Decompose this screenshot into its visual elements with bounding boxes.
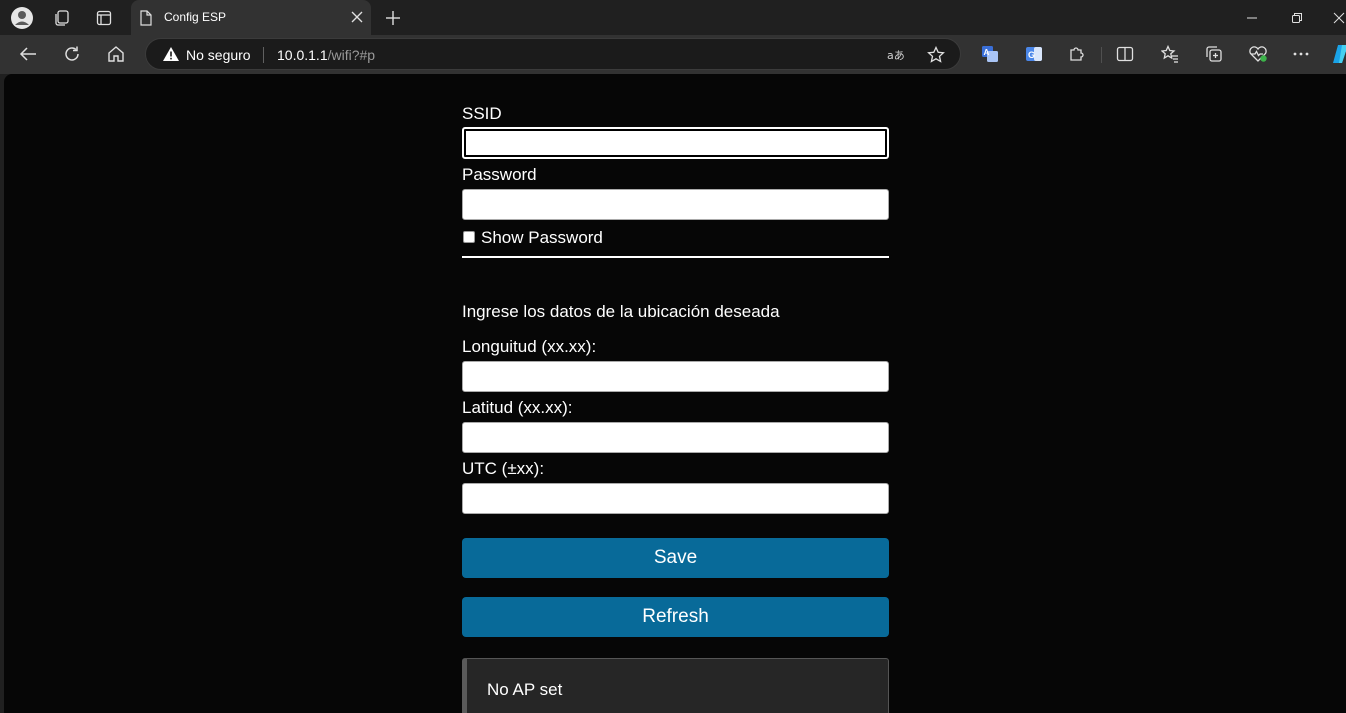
refresh-button[interactable]: Refresh	[462, 597, 889, 637]
toolbar-divider	[1101, 47, 1102, 63]
url-host: 10.0.1.1	[277, 47, 328, 63]
translate-icon[interactable]: A	[977, 41, 1003, 67]
read-aloud-icon[interactable]: aあ	[886, 45, 906, 65]
divider	[462, 256, 889, 258]
security-label[interactable]: No seguro	[186, 47, 251, 63]
copilot-icon[interactable]	[1328, 41, 1346, 67]
google-translate-icon[interactable]: G	[1021, 41, 1047, 67]
puzzle-icon[interactable]	[1064, 41, 1090, 67]
ssid-label: SSID	[462, 104, 502, 123]
warning-icon[interactable]	[162, 46, 180, 67]
close-icon[interactable]	[349, 9, 365, 25]
profile-icon[interactable]	[9, 5, 35, 31]
minimize-icon[interactable]	[1239, 5, 1265, 31]
restore-icon[interactable]	[1284, 5, 1310, 31]
ssid-field[interactable]	[464, 129, 887, 157]
tab-actions-icon[interactable]	[91, 5, 117, 31]
close-window-icon[interactable]	[1326, 5, 1346, 31]
url-divider	[263, 47, 264, 63]
plus-icon[interactable]	[380, 5, 406, 31]
password-label: Password	[462, 165, 537, 184]
url-text[interactable]: 10.0.1.1/wifi?#p	[277, 47, 375, 63]
refresh-icon[interactable]	[57, 40, 87, 68]
back-arrow-icon[interactable]	[13, 40, 43, 68]
utc-field[interactable]	[463, 484, 888, 513]
split-screen-icon[interactable]	[1112, 41, 1138, 67]
save-button[interactable]: Save	[462, 538, 889, 578]
workspaces-icon[interactable]	[49, 5, 75, 31]
star-icon[interactable]	[926, 45, 946, 65]
favorites-icon[interactable]	[1157, 41, 1183, 67]
show-password-checkbox[interactable]	[463, 231, 475, 243]
latitude-input[interactable]	[462, 422, 889, 453]
utc-label: UTC (±xx):	[462, 459, 545, 478]
show-password-label[interactable]: Show Password	[481, 228, 603, 248]
tab-strip: Config ESP	[0, 0, 1346, 35]
utc-input[interactable]	[462, 483, 889, 514]
longitude-field[interactable]	[463, 362, 888, 391]
heart-pulse-icon[interactable]	[1245, 41, 1271, 67]
page-icon	[139, 10, 153, 31]
collections-icon[interactable]	[1201, 41, 1227, 67]
active-tab[interactable]: Config ESP	[131, 0, 371, 35]
latitude-field[interactable]	[463, 423, 888, 452]
ssid-input[interactable]	[462, 127, 889, 159]
toolbar: No seguro 10.0.1.1/wifi?#p aあ A G	[0, 35, 1346, 74]
home-icon[interactable]	[101, 40, 131, 68]
longitude-input[interactable]	[462, 361, 889, 392]
status-message-box: No AP set	[462, 658, 889, 713]
status-message: No AP set	[487, 680, 563, 699]
address-bar[interactable]: No seguro 10.0.1.1/wifi?#p aあ	[145, 38, 961, 70]
tab-title: Config ESP	[164, 10, 227, 24]
longitude-label: Longuitud (xx.xx):	[462, 337, 597, 356]
password-field[interactable]	[463, 190, 888, 219]
svg-text:A: A	[984, 48, 990, 57]
page-viewport: SSID Password Show Password Ingrese los …	[4, 74, 1346, 713]
svg-text:G: G	[1028, 50, 1035, 60]
more-icon[interactable]	[1288, 41, 1314, 67]
password-input[interactable]	[462, 189, 889, 220]
svg-text:aあ: aあ	[887, 49, 905, 62]
latitude-label: Latitud (xx.xx):	[462, 398, 573, 417]
url-path: /wifi?#p	[327, 47, 376, 63]
location-intro: Ingrese los datos de la ubicación desead…	[462, 302, 780, 321]
